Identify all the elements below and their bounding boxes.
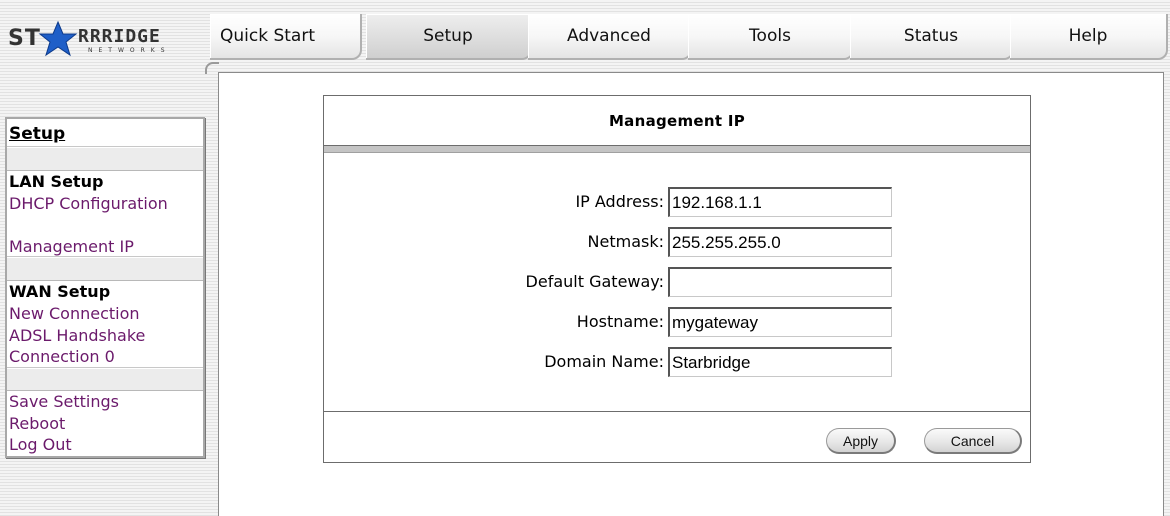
sidebar-item-save-settings[interactable]: Save Settings [7,391,203,413]
sidebar-divider [7,367,203,392]
tab-status[interactable]: Status [850,14,1014,60]
tab-setup[interactable]: Setup [366,14,532,60]
form-row-netmask: Netmask: [324,227,1030,257]
panel-footer-divider [324,411,1030,412]
top-nav-tabs: Quick Start Setup Advanced Tools Status … [210,14,1170,60]
netmask-label: Netmask: [587,232,664,251]
sidebar-item-dhcp-configuration[interactable]: DHCP Configuration [7,193,203,236]
sidebar-menu: Setup LAN Setup DHCP Configuration Manag… [5,117,205,458]
sidebar-item-connection-0[interactable]: Connection 0 [7,346,203,368]
ip-address-input[interactable] [668,187,892,217]
default-gateway-label: Default Gateway: [525,272,664,291]
cancel-button[interactable]: Cancel [924,428,1022,454]
sidebar-item-log-out[interactable]: Log Out [7,434,203,456]
panel-title-bar [324,146,1030,153]
panel-title: Management IP [324,96,1030,146]
sidebar-item-new-connection[interactable]: New Connection [7,303,203,325]
tab-quick-start[interactable]: Quick Start [210,14,362,60]
logo-graphic: ST RRRIDGE NETWORKS [8,20,171,57]
sidebar-heading-lan: LAN Setup [9,171,104,191]
form-row-hostname: Hostname: [324,307,1030,337]
svg-text:NETWORKS: NETWORKS [88,47,171,54]
domain-name-input[interactable] [668,347,892,377]
star-icon [38,20,78,57]
hostname-label: Hostname: [576,312,664,331]
management-ip-panel: Management IP IP Address: Netmask: Defau… [323,95,1031,463]
hostname-input[interactable] [668,307,892,337]
tab-help[interactable]: Help [1010,14,1168,60]
default-gateway-input[interactable] [668,267,892,297]
ip-address-label: IP Address: [575,192,664,211]
sidebar-title[interactable]: Setup [7,119,203,147]
form-row-ip-address: IP Address: [324,187,1030,217]
form-row-domain-name: Domain Name: [324,347,1030,377]
frame-corner [205,62,219,74]
domain-name-label: Domain Name: [544,352,664,371]
starbridge-logo: ST RRRIDGE NETWORKS [6,18,206,58]
sidebar-item-reboot[interactable]: Reboot [7,413,203,435]
sidebar-divider [7,147,203,171]
netmask-input[interactable] [668,227,892,257]
sidebar-divider [7,257,203,282]
svg-text:RRRIDGE: RRRIDGE [78,26,161,47]
sidebar-item-management-ip[interactable]: Management IP [7,236,203,258]
tab-tools[interactable]: Tools [688,14,854,60]
tab-advanced[interactable]: Advanced [528,14,692,60]
form-row-default-gateway: Default Gateway: [324,267,1030,297]
sidebar-item-adsl-handshake[interactable]: ADSL Handshake [7,325,203,347]
svg-text:ST: ST [8,26,41,51]
apply-button[interactable]: Apply [826,428,896,454]
sidebar-heading-wan: WAN Setup [9,282,111,302]
